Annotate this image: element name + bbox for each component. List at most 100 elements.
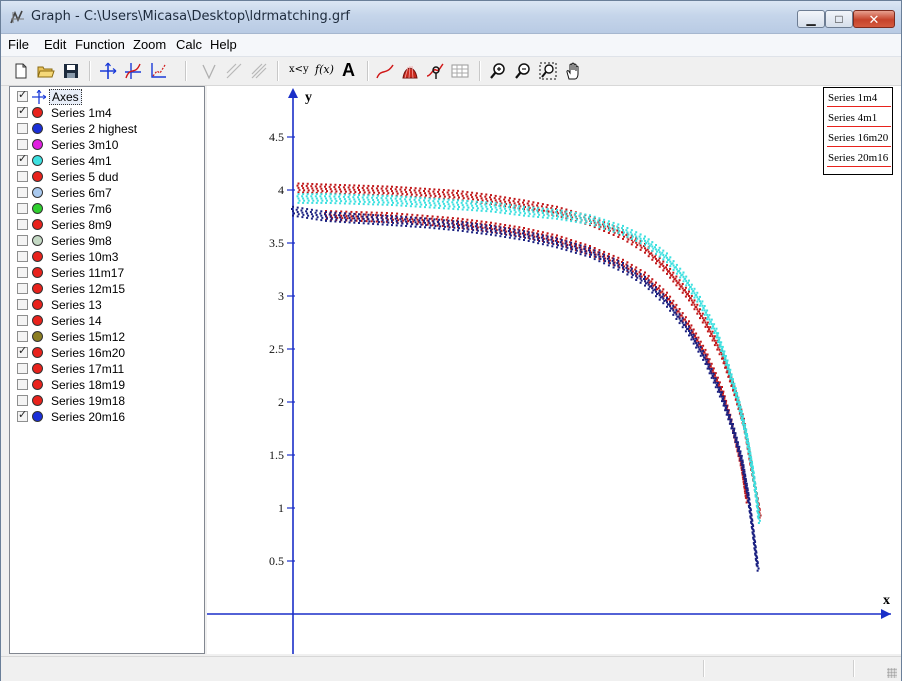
series-checkbox[interactable] bbox=[17, 123, 28, 134]
series-checkbox[interactable] bbox=[17, 395, 28, 406]
zoom-window-button[interactable] bbox=[537, 60, 559, 82]
open-button[interactable] bbox=[35, 60, 57, 82]
data-point bbox=[315, 193, 318, 196]
list-item-axes[interactable]: ✓ Axes bbox=[10, 89, 200, 105]
menu-file[interactable]: File bbox=[7, 37, 30, 52]
data-point bbox=[484, 203, 487, 206]
series-checkbox[interactable] bbox=[17, 171, 28, 182]
xy-label-button[interactable]: x<y bbox=[285, 60, 311, 82]
graph-canvas[interactable]: x y 0.5 1 1.5 2 2.5 3 3.5 4 4.5 bbox=[207, 86, 901, 654]
menu-help[interactable]: Help bbox=[209, 37, 238, 52]
list-item-series[interactable]: Series 6m7 bbox=[10, 185, 200, 201]
list-item-series[interactable]: Series 19m18 bbox=[10, 393, 200, 409]
list-item-series[interactable]: ✓ Series 4m1 bbox=[10, 153, 200, 169]
list-item-series[interactable]: Series 5 dud bbox=[10, 169, 200, 185]
series-checkbox[interactable] bbox=[17, 203, 28, 214]
list-item-series[interactable]: ✓ Series 1m4 bbox=[10, 105, 200, 121]
shade-button[interactable] bbox=[223, 60, 245, 82]
data-point bbox=[395, 199, 398, 202]
series-checkbox[interactable]: ✓ bbox=[17, 409, 28, 422]
menu-edit[interactable]: Edit bbox=[43, 37, 67, 52]
data-point bbox=[361, 187, 364, 189]
function-list-panel[interactable]: ✓ Axes ✓ Series 1m4 Series 2 highest Series… bbox=[9, 86, 205, 654]
data-point bbox=[328, 195, 331, 198]
resize-grip-icon[interactable] bbox=[887, 668, 897, 678]
zoom-out-button[interactable] bbox=[512, 60, 534, 82]
list-item-series[interactable]: ✓ Series 20m16 bbox=[10, 409, 200, 425]
list-item-series[interactable]: Series 14 bbox=[10, 313, 200, 329]
list-item-series[interactable]: Series 12m15 bbox=[10, 281, 200, 297]
data-point bbox=[504, 231, 507, 234]
list-item-series[interactable]: Series 18m19 bbox=[10, 377, 200, 393]
point-series-button[interactable] bbox=[147, 60, 169, 82]
menu-function[interactable]: Function bbox=[74, 37, 126, 52]
data-point bbox=[334, 211, 337, 214]
menu-zoom[interactable]: Zoom bbox=[132, 37, 167, 52]
data-point bbox=[387, 201, 390, 204]
relation-button[interactable] bbox=[248, 60, 270, 82]
graph-svg[interactable]: xy0.511.522.533.544.5 bbox=[207, 86, 901, 654]
list-item-series[interactable]: Series 11m17 bbox=[10, 265, 200, 281]
list-item-series[interactable]: Series 9m8 bbox=[10, 233, 200, 249]
minimize-button[interactable]: ▁ bbox=[797, 10, 825, 28]
series-checkbox[interactable] bbox=[17, 283, 28, 294]
trendline-button[interactable] bbox=[374, 60, 396, 82]
title-bar[interactable]: Graph - C:\Users\Micasa\Desktop\ldrmatch… bbox=[1, 1, 901, 34]
new-file-button[interactable] bbox=[10, 60, 32, 82]
save-button[interactable] bbox=[60, 60, 82, 82]
series-checkbox[interactable] bbox=[17, 251, 28, 262]
data-point bbox=[556, 205, 558, 208]
list-item-series[interactable]: Series 3m10 bbox=[10, 137, 200, 153]
series-checkbox[interactable] bbox=[17, 299, 28, 310]
list-item-series[interactable]: Series 17m11 bbox=[10, 361, 200, 377]
series-checkbox[interactable]: ✓ bbox=[17, 153, 28, 166]
series-checkbox[interactable] bbox=[17, 219, 28, 230]
series-checkbox[interactable] bbox=[17, 315, 28, 326]
shading-button[interactable] bbox=[399, 60, 421, 82]
zoom-in-button[interactable] bbox=[487, 60, 509, 82]
tangent-button[interactable] bbox=[198, 60, 220, 82]
data-point bbox=[493, 197, 496, 200]
close-button[interactable]: ✕ bbox=[853, 10, 895, 28]
series-checkbox[interactable] bbox=[17, 363, 28, 374]
menu-calc[interactable]: Calc bbox=[175, 37, 203, 52]
data-point bbox=[693, 287, 696, 290]
series-checkbox[interactable] bbox=[17, 331, 28, 342]
series-checkbox[interactable] bbox=[17, 379, 28, 390]
list-item-series[interactable]: Series 7m6 bbox=[10, 201, 200, 217]
data-point bbox=[635, 231, 638, 234]
fx-label-button[interactable]: f(x) bbox=[312, 60, 336, 82]
series-checkbox[interactable] bbox=[17, 267, 28, 278]
toolbar-separator bbox=[277, 61, 279, 81]
list-item-series[interactable]: Series 15m12 bbox=[10, 329, 200, 345]
list-item-series[interactable]: Series 2 highest bbox=[10, 121, 200, 137]
axes-checkbox[interactable]: ✓ bbox=[17, 89, 28, 102]
insert-text-button[interactable]: A bbox=[338, 60, 360, 82]
data-point bbox=[480, 223, 483, 226]
series-checkbox[interactable]: ✓ bbox=[17, 105, 28, 118]
list-item-series[interactable]: Series 13 bbox=[10, 297, 200, 313]
evaluate-button[interactable] bbox=[424, 60, 446, 82]
data-point bbox=[630, 229, 633, 232]
list-item-series[interactable]: Series 8m9 bbox=[10, 217, 200, 233]
series-checkbox[interactable] bbox=[17, 187, 28, 198]
maximize-button[interactable]: □ bbox=[825, 10, 853, 28]
list-item-series[interactable]: Series 10m3 bbox=[10, 249, 200, 265]
axes-button[interactable] bbox=[97, 60, 119, 82]
series-checkbox[interactable]: ✓ bbox=[17, 345, 28, 358]
list-item-series[interactable]: ✓ Series 16m20 bbox=[10, 345, 200, 361]
insert-function-button[interactable] bbox=[122, 60, 144, 82]
data-point bbox=[703, 313, 706, 316]
data-point bbox=[757, 522, 760, 524]
move-system-button[interactable] bbox=[562, 60, 584, 82]
table-button[interactable] bbox=[449, 60, 471, 82]
series-checkbox[interactable] bbox=[17, 235, 28, 246]
data-point bbox=[716, 348, 719, 351]
data-point bbox=[698, 348, 701, 351]
data-point bbox=[579, 212, 582, 215]
axes-label: Axes bbox=[49, 89, 82, 105]
data-point bbox=[342, 186, 345, 189]
data-point bbox=[696, 291, 699, 294]
graph-legend[interactable]: Series 1m4 Series 4m1 Series 16m20 Series 2… bbox=[823, 87, 893, 175]
series-checkbox[interactable] bbox=[17, 139, 28, 150]
